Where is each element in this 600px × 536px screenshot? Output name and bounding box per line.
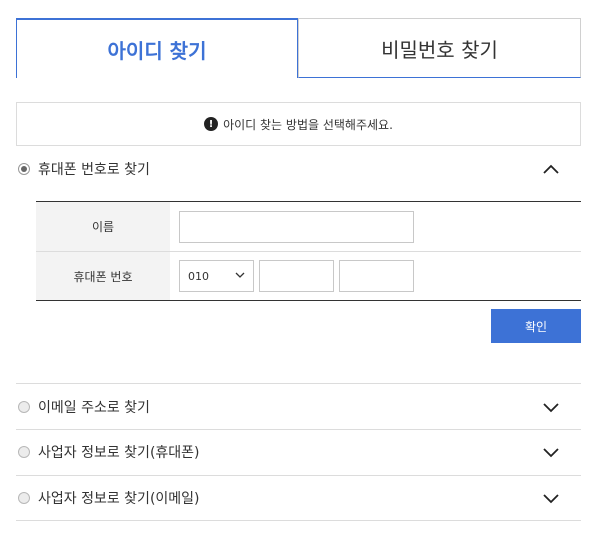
confirm-button[interactable]: 확인 (491, 309, 581, 343)
phone-label: 휴대폰 번호 (36, 252, 170, 300)
radio-email[interactable] (18, 401, 30, 413)
phone-prefix-value: 010 (188, 269, 209, 283)
method-business-email-label: 사업자 정보로 찾기(이메일) (38, 491, 200, 507)
exclamation-icon: ! (204, 117, 219, 131)
radio-business-email[interactable] (18, 492, 30, 504)
notice-box: ! 아이디 찾는 방법을 선택해주세요. (16, 102, 581, 146)
phone-middle-input[interactable] (259, 260, 334, 292)
chevron-down-icon[interactable] (541, 488, 561, 508)
divider (16, 520, 581, 521)
method-email[interactable]: 이메일 주소로 찾기 (16, 384, 581, 430)
form-row-phone: 휴대폰 번호 010 (36, 251, 581, 300)
chevron-down-icon[interactable] (541, 397, 561, 417)
tab-find-password[interactable]: 비밀번호 찾기 (298, 18, 581, 78)
radio-phone[interactable] (18, 163, 30, 175)
chevron-down-icon[interactable] (541, 442, 561, 462)
notice-text: 아이디 찾는 방법을 선택해주세요. (223, 117, 393, 132)
method-business-email[interactable]: 사업자 정보로 찾기(이메일) (16, 475, 581, 521)
tab-bar: 아이디 찾기 비밀번호 찾기 (16, 18, 581, 78)
method-email-label: 이메일 주소로 찾기 (38, 400, 150, 416)
method-business-phone-label: 사업자 정보로 찾기(휴대폰) (38, 445, 200, 461)
chevron-down-icon (235, 270, 245, 283)
phone-prefix-select[interactable]: 010 (179, 260, 254, 292)
name-input[interactable] (179, 210, 414, 243)
tab-find-id[interactable]: 아이디 찾기 (16, 18, 298, 78)
chevron-up-icon[interactable] (541, 159, 561, 179)
name-label: 이름 (36, 202, 170, 251)
form-row-name: 이름 (36, 202, 581, 251)
method-phone[interactable]: 휴대폰 번호로 찾기 (16, 146, 581, 192)
method-business-phone[interactable]: 사업자 정보로 찾기(휴대폰) (16, 429, 581, 475)
method-phone-label: 휴대폰 번호로 찾기 (38, 162, 150, 178)
phone-last-input[interactable] (339, 260, 414, 292)
radio-business-phone[interactable] (18, 446, 30, 458)
phone-find-form: 이름 휴대폰 번호 010 (36, 201, 581, 301)
